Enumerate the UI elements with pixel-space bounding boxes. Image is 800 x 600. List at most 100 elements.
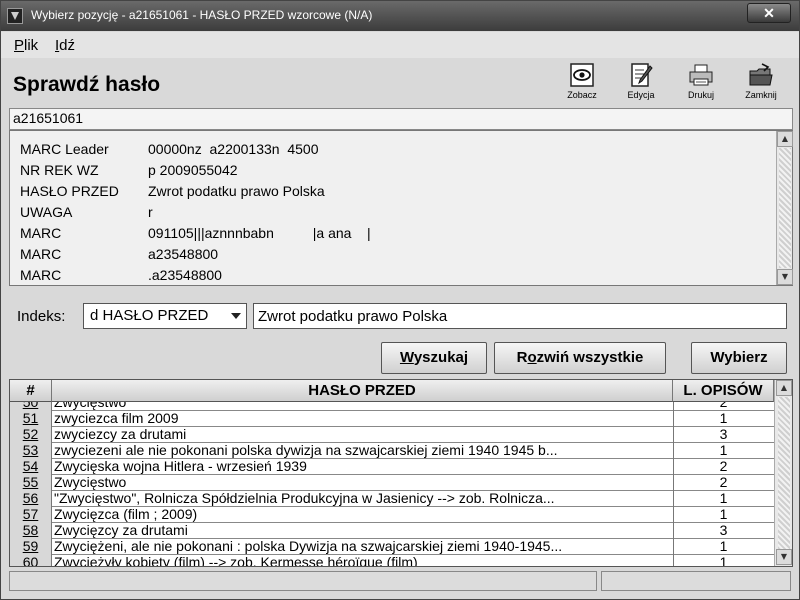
dropdown-arrow-icon[interactable] (231, 313, 241, 319)
row-number: 53 (10, 443, 52, 459)
close-button[interactable]: ✕ (747, 3, 791, 23)
row-count: 1 (673, 491, 773, 507)
row-heading: zwyciezca film 2009 (54, 411, 179, 426)
table-row[interactable]: 58 Zwycięzcy za drutami 3 (10, 523, 774, 539)
table-row[interactable]: 55 Zwycięstwo 2 (10, 475, 774, 491)
table-row[interactable]: 59 Zwyciężeni, ale nie pokonani : polska… (10, 539, 774, 555)
view-label: Zobacz (567, 90, 597, 100)
search-button-accel: W (399, 349, 414, 366)
row-heading: Zwyciężeni, ale nie pokonani : polska Dy… (54, 539, 563, 554)
row-count: 3 (673, 427, 773, 443)
table-body: 50 Zwycięstwo 2 51 zwyciezca film 2009 1… (10, 402, 774, 566)
expand-all-button-accel: o (527, 349, 537, 366)
table-row[interactable]: 51 zwyciezca film 2009 1 (10, 411, 774, 427)
view-button[interactable]: Zobacz (556, 62, 608, 100)
table-row[interactable]: 50 Zwycięstwo 2 (10, 402, 774, 411)
record-scrollbar[interactable]: ▲ ▼ (776, 131, 793, 285)
row-count: 2 (673, 475, 773, 491)
menu-go-label: dź (59, 37, 76, 54)
index-label: Indeks: (17, 308, 66, 325)
status-bar (1, 567, 799, 599)
record-field-label: NR REK WZ (20, 162, 99, 178)
row-count: 1 (673, 411, 773, 427)
scroll-track[interactable] (779, 148, 791, 268)
row-number: 52 (10, 427, 52, 443)
scroll-down-icon[interactable]: ▼ (776, 549, 792, 565)
menu-file[interactable]: Plik (14, 37, 38, 54)
menu-file-accel: P (14, 37, 25, 54)
row-count: 1 (673, 443, 773, 459)
title-bar[interactable]: Wybierz pozycję - a21651061 - HASŁO PRZE… (1, 1, 799, 31)
row-heading: Zwyciężyły kobiety (film) --> zob. Kerme… (54, 555, 418, 566)
row-count: 3 (673, 523, 773, 539)
record-field-label: MARC (20, 246, 62, 262)
index-search-row: Indeks: d HASŁO PRZED Zwrot podatku praw… (1, 299, 799, 335)
index-select-value: d HASŁO PRZED (90, 307, 209, 324)
print-label: Drukuj (687, 90, 714, 100)
row-number: 60 (10, 555, 52, 566)
window-title: Wybierz pozycję - a21651061 - HASŁO PRZE… (31, 8, 373, 22)
row-heading: zwyciezeni ale nie pokonani polska dywiz… (54, 443, 558, 458)
search-button[interactable]: Wyszukaj (381, 342, 487, 374)
search-button-label: yszukaj (413, 349, 469, 366)
record-details-panel: MARC Leader 00000nz a2200133n 4500 NR RE… (9, 130, 793, 286)
edit-button[interactable]: Edycja (615, 62, 667, 100)
row-number: 57 (10, 507, 52, 523)
table-row[interactable]: 52 zwyciezcy za drutami 3 (10, 427, 774, 443)
record-field-label: MARC (20, 267, 62, 283)
scroll-up-icon[interactable]: ▲ (776, 380, 792, 396)
record-id: a21651061 (9, 108, 793, 130)
menu-go[interactable]: Idź (55, 37, 75, 54)
table-row[interactable]: 57 Zwycięzca (film ; 2009) 1 (10, 507, 774, 523)
header: Sprawdź hasło Zobacz Edycja Drukuj Zamkn… (1, 58, 799, 108)
record-field-value: r (148, 204, 153, 220)
row-heading: Zwycięzca (film ; 2009) (54, 507, 198, 522)
menu-file-label: lik (24, 37, 39, 54)
scroll-down-icon[interactable]: ▼ (777, 269, 793, 285)
record-field-value: 00000nz a2200133n 4500 (148, 141, 319, 157)
row-count: 2 (673, 459, 773, 475)
row-number: 56 (10, 491, 52, 507)
row-count: 1 (673, 539, 773, 555)
search-input[interactable]: Zwrot podatku prawo Polska (253, 303, 787, 329)
row-heading: zwyciezcy za drutami (54, 427, 187, 442)
record-field-label: HASŁO PRZED (20, 183, 119, 199)
table-row[interactable]: 56 "Zwycięstwo", Rolnicza Spółdzielnia P… (10, 491, 774, 507)
table-row[interactable]: 54 Zwycięska wojna Hitlera - wrzesień 19… (10, 459, 774, 475)
row-heading: Zwycięstwo (54, 402, 127, 410)
close-record-label: Zamknij (745, 90, 777, 100)
row-heading: Zwycięzcy za drutami (54, 523, 188, 538)
choose-button[interactable]: Wybierz (691, 342, 787, 374)
record-field-value: .a23548800 (148, 267, 222, 283)
app-icon (7, 8, 23, 24)
row-number: 54 (10, 459, 52, 475)
view-icon (570, 63, 594, 87)
scroll-up-icon[interactable]: ▲ (777, 131, 793, 147)
record-field-label: UWAGA (20, 204, 73, 220)
table-rows: 50 Zwycięstwo 2 51 zwyciezca film 2009 1… (10, 402, 774, 566)
expand-all-button-lead: R (516, 349, 528, 366)
table-row[interactable]: 53 zwyciezeni ale nie pokonani polska dy… (10, 443, 774, 459)
table-scrollbar[interactable]: ▲ ▼ (774, 380, 792, 566)
expand-all-button[interactable]: Rozwiń wszystkie (494, 342, 666, 374)
row-count: 1 (673, 555, 773, 566)
printer-icon (689, 64, 713, 86)
dialog-window: Wybierz pozycję - a21651061 - HASŁO PRZE… (0, 0, 800, 600)
page-title: Sprawdź hasło (13, 73, 161, 96)
record-field-label: MARC (20, 225, 62, 241)
record-field-value: p 2009055042 (148, 162, 238, 178)
print-button[interactable]: Drukuj (675, 62, 727, 100)
menu-bar: Plik Idź (1, 32, 799, 58)
row-number: 58 (10, 523, 52, 539)
edit-icon (631, 63, 653, 87)
row-number: 51 (10, 411, 52, 427)
close-folder-icon (749, 63, 773, 86)
column-header-count[interactable]: L. OPISÓW (673, 380, 774, 402)
column-header-num[interactable]: # (10, 380, 52, 402)
index-select[interactable]: d HASŁO PRZED (83, 303, 247, 329)
close-record-button[interactable]: Zamknij (735, 62, 787, 100)
table-row[interactable]: 60 Zwyciężyły kobiety (film) --> zob. Ke… (10, 555, 774, 566)
column-header-heading[interactable]: HASŁO PRZED (52, 380, 673, 402)
record-field-label: MARC Leader (20, 141, 109, 157)
scroll-track[interactable] (778, 397, 790, 549)
